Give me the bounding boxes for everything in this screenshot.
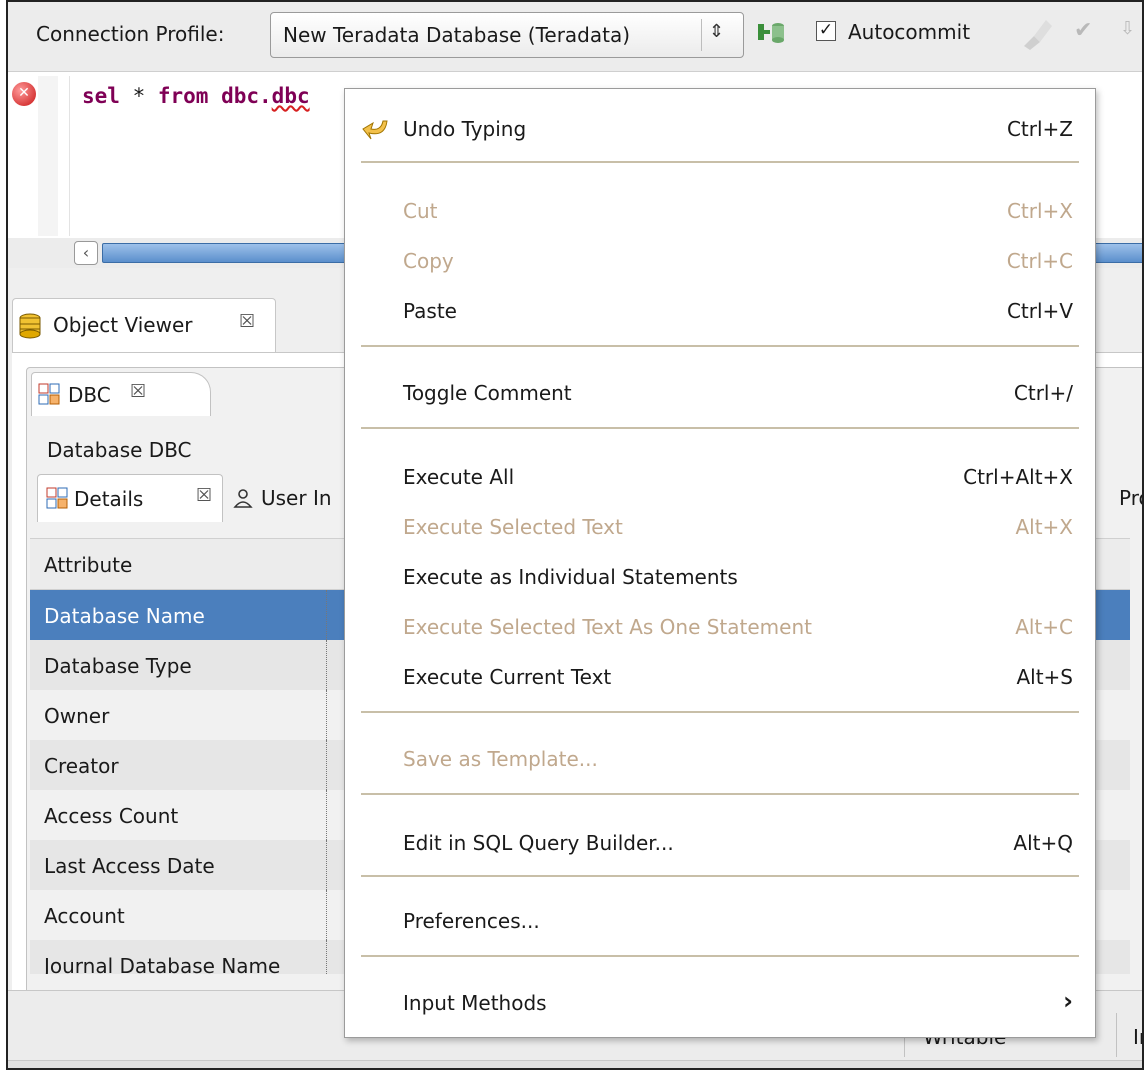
close-icon[interactable]: ☒ — [239, 311, 255, 332]
sql-keyword-from: from — [157, 84, 209, 108]
menu-item-toggle-comment[interactable]: Toggle Comment Ctrl+/ — [345, 369, 1095, 417]
database-icon — [19, 313, 41, 339]
menu-item-save-as-template[interactable]: Save as Template... — [345, 735, 1095, 783]
menu-item-label: Copy — [403, 249, 454, 273]
menu-item-label: Undo Typing — [403, 117, 527, 141]
menu-separator — [361, 345, 1079, 347]
menu-item-execute-current-text[interactable]: Execute Current Text Alt+S — [345, 653, 1095, 701]
editor-toolbar: Connection Profile: New Teradata Databas… — [8, 2, 1142, 72]
download-arrow-icon[interactable]: ⇩ — [1120, 18, 1135, 39]
menu-item-undo-typing[interactable]: Undo Typing Ctrl+Z — [345, 105, 1095, 153]
menu-item-execute-selected-text[interactable]: Execute Selected Text Alt+X — [345, 503, 1095, 551]
menu-item-execute-selected-one-statement[interactable]: Execute Selected Text As One Statement A… — [345, 603, 1095, 651]
status-insert-mode: In — [1116, 1013, 1142, 1057]
menu-item-preferences[interactable]: Preferences... — [345, 897, 1095, 945]
menu-item-label: Preferences... — [403, 909, 540, 933]
menu-item-label: Save as Template... — [403, 747, 598, 771]
menu-item-cut[interactable]: Cut Ctrl+X — [345, 187, 1095, 235]
details-tab-label: Details — [74, 487, 144, 511]
menu-item-accelerator: Ctrl+X — [1006, 199, 1073, 223]
menu-separator — [361, 711, 1079, 713]
menu-item-accelerator: Alt+X — [1015, 515, 1073, 539]
menu-item-input-methods[interactable]: Input Methods › — [345, 979, 1095, 1027]
undo-icon — [362, 120, 388, 140]
connection-profile-value: New Teradata Database (Teradata) — [283, 23, 631, 47]
user-tab-label: User In — [261, 486, 332, 510]
close-icon[interactable]: ☒ — [196, 485, 212, 506]
user-icon — [233, 489, 253, 508]
connection-profile-label: Connection Profile: — [36, 22, 225, 46]
menu-separator — [361, 875, 1079, 877]
editor-context-menu: Undo Typing Ctrl+Z Cut Ctrl+X Copy Ctrl+… — [344, 88, 1096, 1038]
menu-item-accelerator: Ctrl+/ — [1013, 381, 1073, 405]
menu-item-accelerator: Ctrl+C — [1006, 249, 1073, 273]
menu-separator — [361, 793, 1079, 795]
close-icon[interactable]: ☒ — [130, 381, 146, 402]
tab-procedures[interactable]: Proc — [1119, 486, 1142, 510]
menu-item-execute-individual-statements[interactable]: Execute as Individual Statements — [345, 553, 1095, 601]
editor-ruler — [38, 76, 58, 236]
table-schema-icon — [38, 383, 60, 405]
menu-item-label: Execute Selected Text As One Statement — [403, 615, 812, 639]
editor-line-gutter — [58, 76, 70, 236]
combo-arrows-icon[interactable]: ⇕ — [709, 21, 724, 42]
database-title: Database DBC — [47, 438, 192, 462]
menu-item-accelerator: Ctrl+V — [1006, 299, 1073, 323]
menu-separator — [361, 161, 1079, 163]
scroll-left-arrow-icon[interactable]: ‹ — [74, 241, 98, 265]
menu-item-label: Cut — [403, 199, 438, 223]
menu-item-copy[interactable]: Copy Ctrl+C — [345, 237, 1095, 285]
menu-separator — [361, 955, 1079, 957]
chevron-right-icon: › — [1063, 987, 1073, 1015]
error-icon[interactable]: ✕ — [12, 82, 36, 106]
sql-error-token: dbc — [271, 84, 310, 108]
menu-item-accelerator: Ctrl+Z — [1006, 117, 1073, 141]
dbc-tab-label: DBC — [68, 383, 111, 407]
tab-user-info[interactable]: User In — [233, 486, 332, 510]
sql-star: * — [119, 84, 158, 108]
autocommit-checkbox[interactable]: ✓ — [816, 21, 836, 41]
connect-icon[interactable] — [756, 18, 786, 46]
combo-divider — [701, 19, 702, 51]
sql-statement[interactable]: sel * from dbc.dbc — [82, 84, 310, 108]
menu-item-accelerator: Alt+Q — [1013, 831, 1073, 855]
menu-item-label: Execute Selected Text — [403, 515, 623, 539]
menu-separator — [361, 427, 1079, 429]
sql-table-prefix: dbc. — [208, 84, 272, 108]
menu-item-accelerator: Alt+C — [1015, 615, 1073, 639]
menu-item-edit-in-query-builder[interactable]: Edit in SQL Query Builder... Alt+Q — [345, 819, 1095, 867]
menu-item-label: Execute All — [403, 465, 515, 489]
menu-item-label: Execute as Individual Statements — [403, 565, 738, 589]
object-viewer-tab-label: Object Viewer — [53, 313, 193, 337]
menu-item-label: Edit in SQL Query Builder... — [403, 831, 674, 855]
sql-keyword-sel: sel — [82, 84, 120, 108]
tab-details[interactable]: Details ☒ — [37, 474, 223, 522]
tab-object-viewer[interactable]: Object Viewer ☒ — [12, 298, 276, 354]
commit-icon[interactable] — [1020, 16, 1054, 50]
menu-item-execute-all[interactable]: Execute All Ctrl+Alt+X — [345, 453, 1095, 501]
menu-item-label: Toggle Comment — [403, 381, 572, 405]
connection-profile-combo[interactable]: New Teradata Database (Teradata) ⇕ — [270, 12, 744, 58]
menu-item-accelerator: Ctrl+Alt+X — [963, 465, 1073, 489]
bottom-tab-strip — [8, 1060, 1142, 1068]
tab-dbc[interactable]: DBC ☒ — [31, 372, 211, 416]
checkmark-icon[interactable]: ✔ — [1074, 18, 1092, 43]
menu-item-paste[interactable]: Paste Ctrl+V — [345, 287, 1095, 335]
menu-item-label: Execute Current Text — [403, 665, 612, 689]
autocommit-label: Autocommit — [848, 20, 971, 44]
table-schema-icon — [46, 487, 68, 509]
menu-item-accelerator: Alt+S — [1016, 665, 1073, 689]
menu-item-label: Input Methods — [403, 991, 547, 1015]
menu-item-label: Paste — [403, 299, 457, 323]
